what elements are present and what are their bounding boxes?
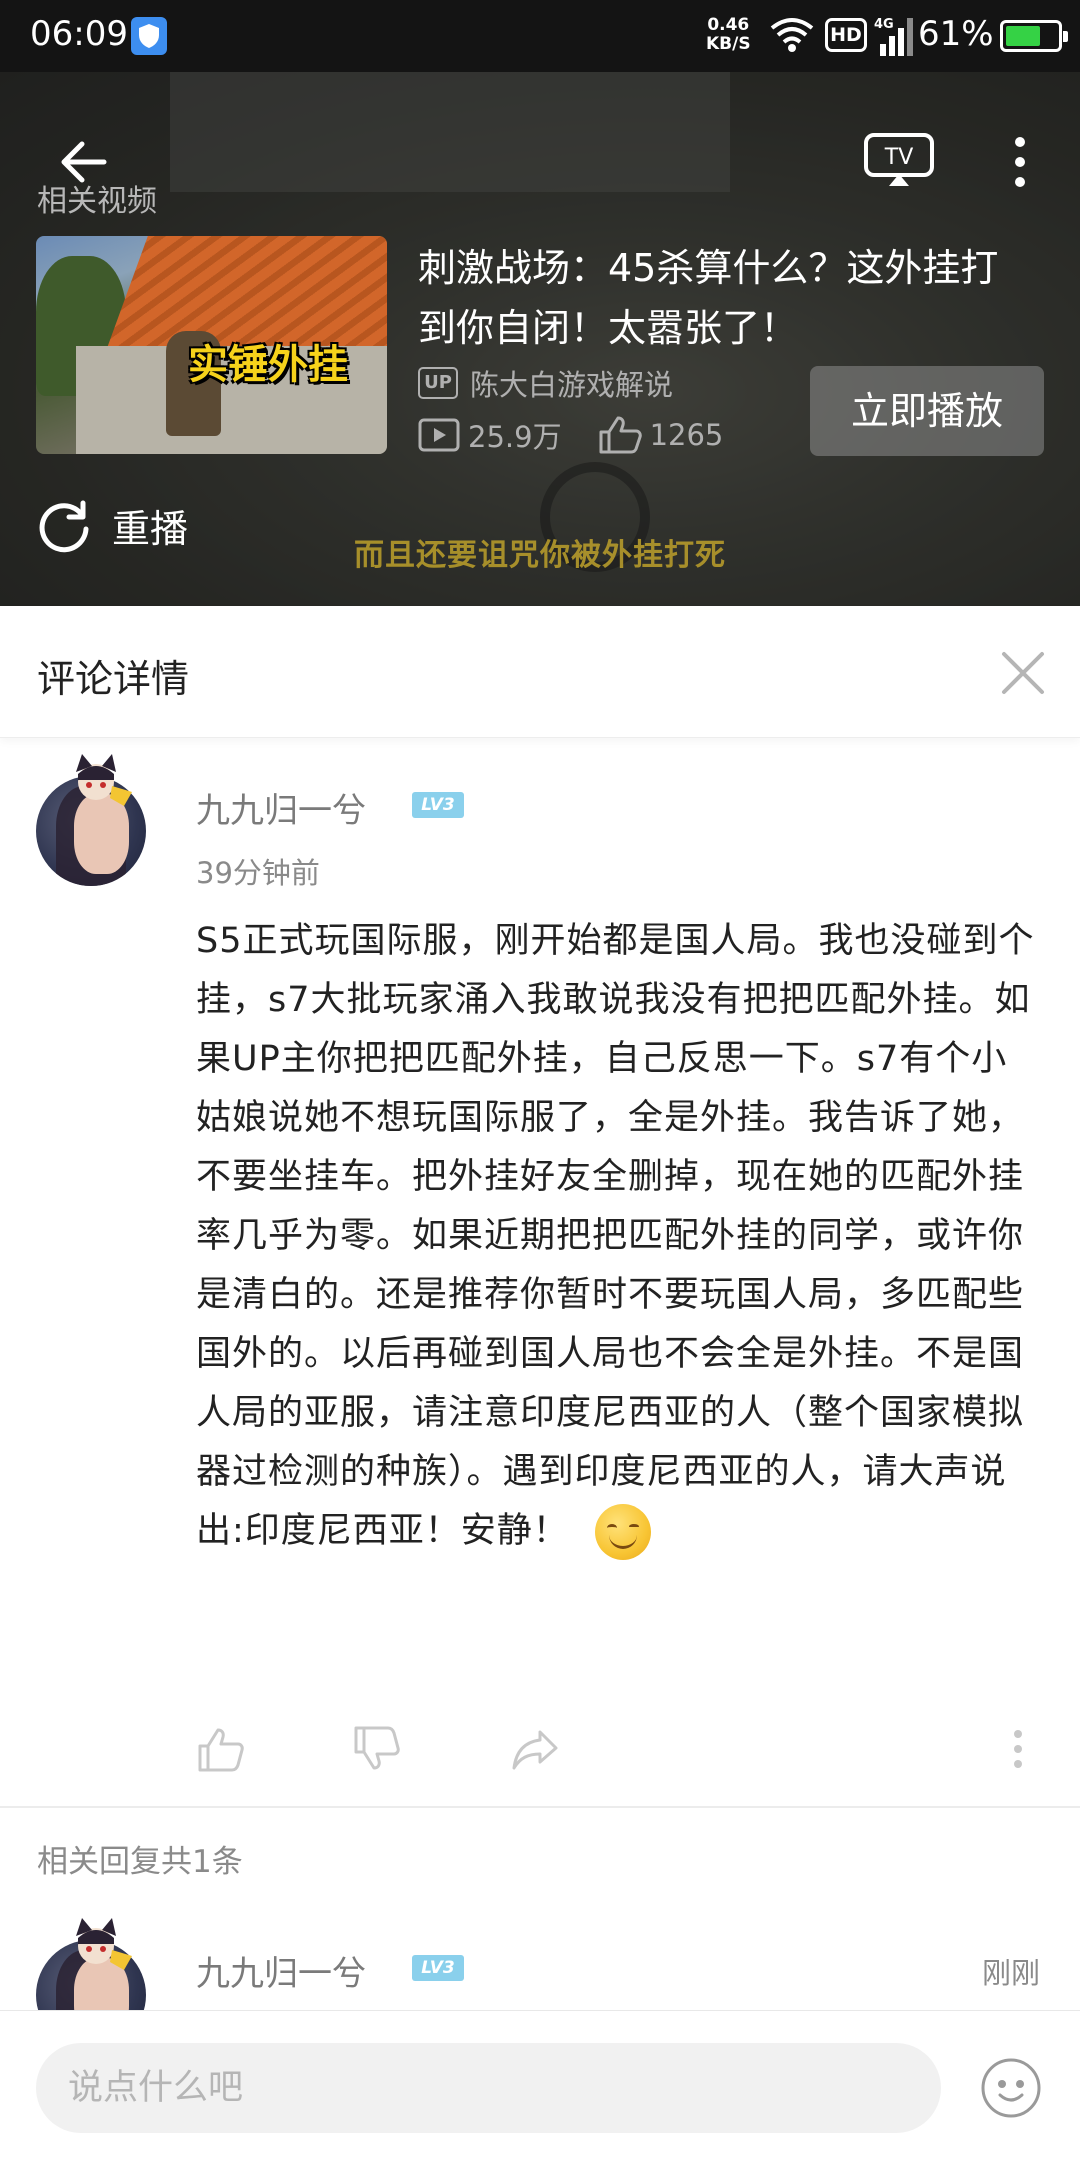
thumbnail-caption: 实锤外挂 [188,342,348,388]
related-replies-header: 相关回复共1条 [37,1844,243,1880]
video-stats: 25.9万 1265 [418,414,723,456]
comment-text: S5正式玩国际服，刚开始都是国人局。我也没碰到个挂，s7大批玩家涌入我敢说我没有… [196,921,1035,1551]
dislike-icon[interactable] [352,1724,402,1774]
uploader-name: 陈大白游戏解说 [470,368,674,402]
comment-actions [196,1724,1046,1784]
comment-detail-header: 评论详情 [0,606,1080,738]
up-badge: UP [418,367,458,399]
related-videos-label: 相关视频 [37,184,157,219]
battery-fill [1006,26,1041,46]
video-player[interactable]: 而且还要诅咒你被外挂打死 相关视频 TV 实锤外挂 刺激战场：45杀算什么？这外… [0,72,1080,606]
related-video-title[interactable]: 刺激战场：45杀算什么？这外挂打到你自闭！太嚣张了！ [418,238,1028,358]
like-count: 1265 [649,418,724,452]
comment-time: 39分钟前 [196,856,320,890]
signal-icon: 4G [874,17,913,56]
svg-text:4G: 4G [874,17,894,32]
status-bar: 06:09 0.46 KB/S HD 4G 61% [0,0,1080,72]
grin-emoji-icon [594,1504,651,1560]
reply-level-badge: LV3 [412,1955,464,1981]
section-divider [0,1806,1080,1808]
emoji-picker-icon[interactable] [980,2057,1042,2119]
replay-label: 重播 [112,506,189,551]
play-now-button[interactable]: 立即播放 [810,366,1044,456]
thumbs-up-icon [599,416,642,454]
replay-button[interactable]: 重播 [36,497,188,553]
status-time: 06:09 [30,14,128,54]
hd-badge: HD [825,18,867,52]
comment-detail-title: 评论详情 [37,657,190,701]
tv-cast-icon[interactable]: TV [863,132,935,188]
related-video-thumbnail[interactable]: 实锤外挂 [36,236,387,454]
comment-body: S5正式玩国际服，刚开始都是国人局。我也没碰到个挂，s7大批玩家涌入我敢说我没有… [196,912,1042,1561]
comment-input-bar [0,2010,1080,2160]
avatar-pendant-icon [76,1918,132,1970]
battery-icon [1000,20,1068,52]
reply-time: 刚刚 [981,1956,1040,1990]
uploader-row: UP 陈大白游戏解说 [418,362,673,404]
like-icon[interactable] [196,1724,246,1774]
level-badge: LV3 [412,792,464,818]
view-count: 25.9万 [468,420,562,454]
comment-input[interactable] [36,2043,941,2133]
shield-icon [131,17,167,55]
play-count-icon [418,418,460,452]
battery-percent: 61% [918,14,994,54]
more-options-icon[interactable] [1006,1724,1030,1774]
share-icon[interactable] [510,1724,560,1774]
network-speed: 0.46 KB/S [706,15,751,54]
wifi-icon [770,18,814,52]
reply-username[interactable]: 九九归一兮 [196,1946,366,1995]
svg-text:TV: TV [884,145,914,170]
more-vertical-icon[interactable] [1008,132,1032,192]
replay-icon [39,500,89,553]
avatar-pendant-icon [76,754,132,806]
close-icon[interactable] [1000,650,1046,696]
comment-username[interactable]: 九九归一兮 [196,783,366,832]
